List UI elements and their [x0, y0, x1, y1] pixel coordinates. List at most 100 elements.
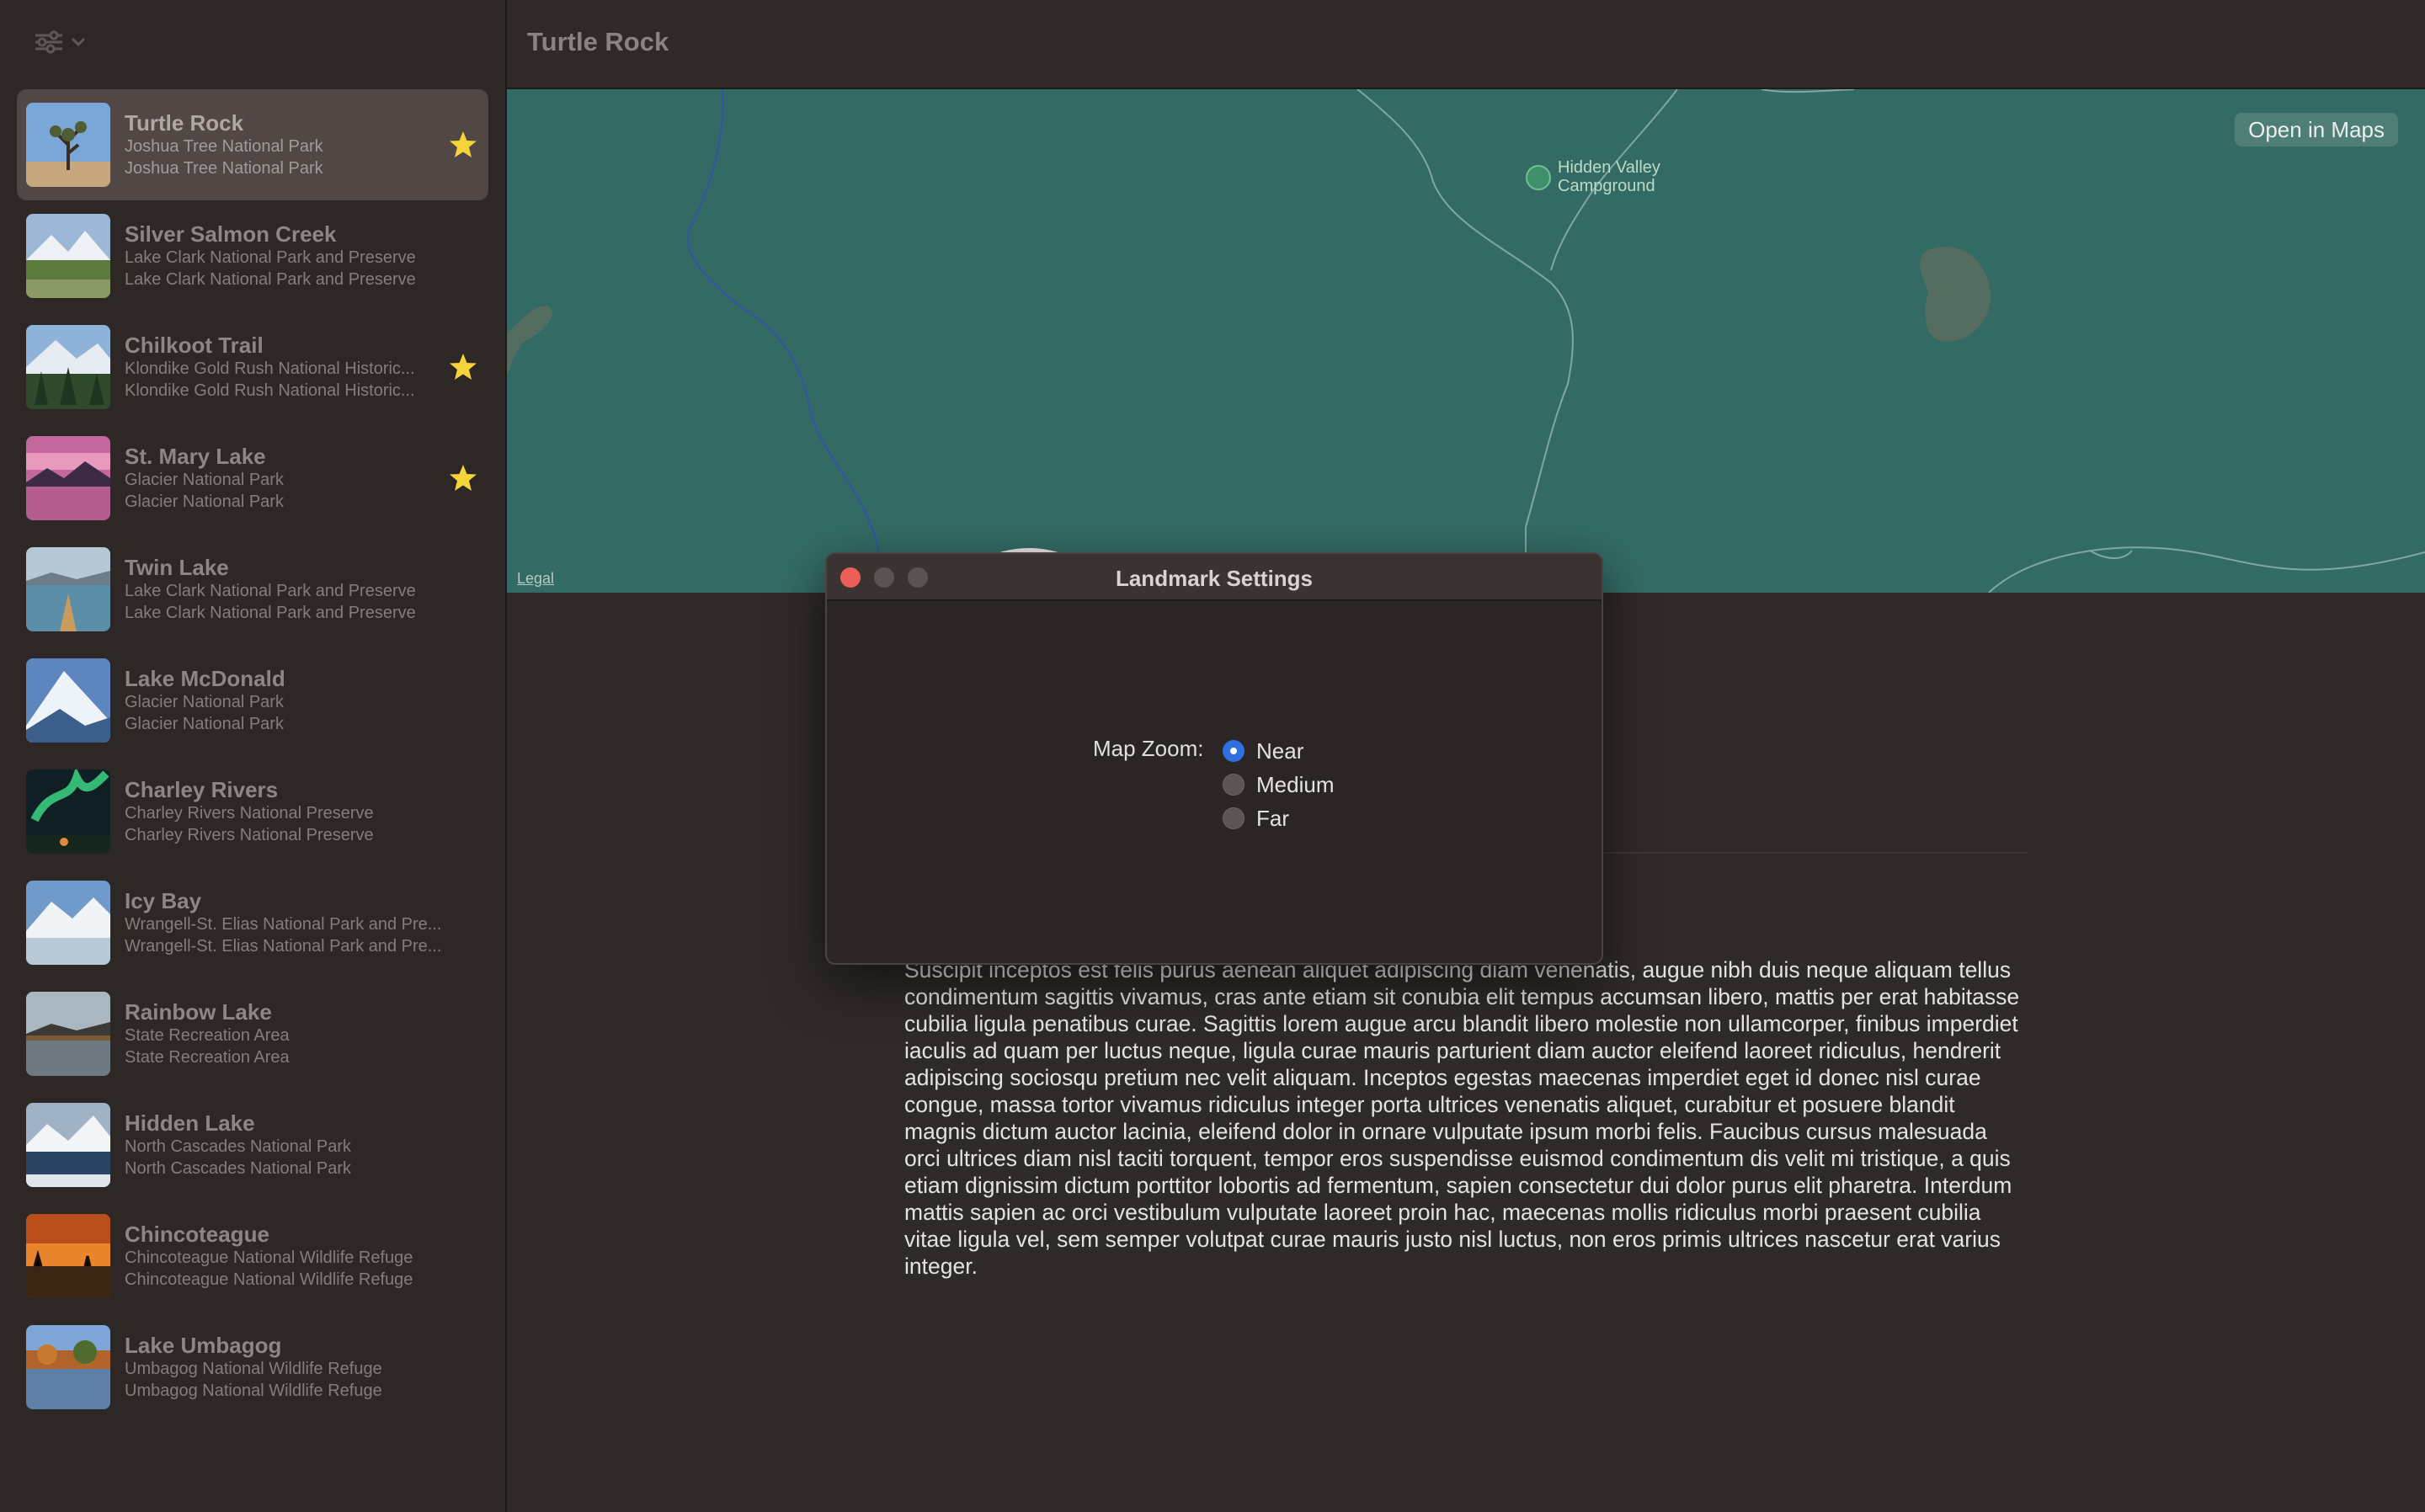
sidebar: Turtle Rock Joshua Tree National Park Josh…	[0, 0, 507, 1512]
landmark-state: Glacier National Park	[125, 492, 284, 511]
landmark-park: Charley Rivers National Preserve	[125, 804, 374, 823]
campground-label-1: Hidden Valley	[1558, 158, 1660, 177]
window-titlebar[interactable]: Landmark Settings	[827, 554, 1602, 601]
landmark-name: Hidden Lake	[125, 1110, 255, 1136]
landmark-thumbnail	[26, 881, 110, 965]
landmark-meta: Rainbow Lake State Recreation Area State R…	[125, 999, 461, 1068]
landmark-name: Silver Salmon Creek	[125, 221, 337, 247]
landmark-state: Lake Clark National Park and Preserve	[125, 270, 416, 289]
map-zoom-label: Map Zoom:	[1093, 736, 1204, 761]
landmark-name: Twin Lake	[125, 555, 229, 580]
landmark-row[interactable]: Twin Lake Lake Clark National Park and Pr…	[17, 534, 488, 645]
map-view[interactable]: Hidden Valley Campground Open in Maps Le…	[507, 89, 2425, 593]
toolbar: Turtle Rock	[507, 0, 2425, 89]
zoom-option-label: Medium	[1256, 771, 1335, 797]
landmark-state: North Cascades National Park	[125, 1159, 352, 1178]
landmark-name: Turtle Rock	[125, 110, 244, 136]
tent-icon	[1526, 165, 1551, 190]
landmark-thumbnail	[26, 1325, 110, 1409]
radio-button[interactable]	[1223, 740, 1244, 762]
landmark-park: Chincoteague National Wildlife Refuge	[125, 1248, 413, 1267]
chevron-down-icon	[71, 37, 86, 47]
landmark-row[interactable]: Silver Salmon Creek Lake Clark National P…	[17, 200, 488, 311]
landmark-meta: Chincoteague Chincoteague National Wildli…	[125, 1222, 461, 1291]
landmark-row[interactable]: Icy Bay Wrangell-St. Elias National Park …	[17, 867, 488, 978]
landmark-meta: Silver Salmon Creek Lake Clark National P…	[125, 221, 461, 290]
landmark-row[interactable]: St. Mary Lake Glacier National Park Glacie…	[17, 423, 488, 534]
landmark-name: Charley Rivers	[125, 777, 279, 802]
landmark-row[interactable]: Lake McDonald Glacier National Park Glacie…	[17, 645, 488, 756]
landmark-state: Charley Rivers National Preserve	[125, 826, 374, 844]
page-title: Turtle Rock	[527, 27, 669, 56]
landmark-thumbnail	[26, 992, 110, 1076]
landmark-row[interactable]: Rainbow Lake State Recreation Area State R…	[17, 978, 488, 1089]
landmark-park: Glacier National Park	[125, 693, 284, 711]
landmark-row[interactable]: Chincoteague Chincoteague National Wildli…	[17, 1201, 488, 1312]
landmark-state: Joshua Tree National Park	[125, 159, 323, 178]
landmark-thumbnail	[26, 103, 110, 187]
map-roads	[507, 89, 2425, 593]
radio-button[interactable]	[1223, 807, 1244, 829]
landmark-name: Lake Umbagog	[125, 1333, 282, 1358]
landmark-park: Wrangell-St. Elias National Park and Pre…	[125, 915, 442, 934]
landmark-thumbnail	[26, 547, 110, 631]
map-zoom-radio-group: Near Medium Far	[1223, 734, 1334, 835]
landmark-name: Chilkoot Trail	[125, 333, 264, 358]
star-icon	[448, 463, 478, 493]
landmark-meta: Twin Lake Lake Clark National Park and Pr…	[125, 555, 461, 624]
landmark-park: North Cascades National Park	[125, 1137, 352, 1156]
landmark-state: Chincoteague National Wildlife Refuge	[125, 1270, 413, 1289]
landmark-meta: Lake Umbagog Umbagog National Wildlife Re…	[125, 1333, 461, 1402]
landmark-park: Joshua Tree National Park	[125, 137, 323, 156]
landmark-name: St. Mary Lake	[125, 444, 266, 469]
landmark-name: Icy Bay	[125, 888, 202, 913]
landmark-thumbnail	[26, 325, 110, 409]
landmark-park: Umbagog National Wildlife Refuge	[125, 1360, 382, 1378]
landmark-state: Umbagog National Wildlife Refuge	[125, 1382, 382, 1400]
settings-window: Landmark Settings Map Zoom: Near Medium Fa…	[825, 552, 1603, 965]
landmark-row[interactable]: Charley Rivers Charley Rivers National Pr…	[17, 756, 488, 867]
campground-marker[interactable]: Hidden Valley Campground	[1526, 158, 1660, 195]
landmark-name: Chincoteague	[125, 1222, 269, 1247]
landmark-park: Klondike Gold Rush National Historic...	[125, 359, 415, 378]
landmark-state: Glacier National Park	[125, 715, 284, 733]
landmark-park: State Recreation Area	[125, 1026, 290, 1045]
landmark-list: Turtle Rock Joshua Tree National Park Josh…	[17, 89, 488, 1423]
landmark-meta: St. Mary Lake Glacier National Park Glacie…	[125, 444, 461, 513]
star-icon	[448, 130, 478, 160]
zoom-option-label: Far	[1256, 805, 1289, 831]
landmark-row[interactable]: Lake Umbagog Umbagog National Wildlife Re…	[17, 1312, 488, 1423]
landmark-thumbnail	[26, 214, 110, 298]
landmark-description: Suscipit inceptos est felis purus aenean…	[904, 957, 2020, 1279]
landmark-meta: Turtle Rock Joshua Tree National Park Josh…	[125, 110, 461, 179]
landmark-meta: Icy Bay Wrangell-St. Elias National Park …	[125, 888, 461, 957]
radio-button[interactable]	[1223, 774, 1244, 796]
landmark-state: State Recreation Area	[125, 1048, 290, 1067]
landmark-state: Klondike Gold Rush National Historic...	[125, 381, 415, 400]
landmark-thumbnail	[26, 658, 110, 743]
landmark-park: Lake Clark National Park and Preserve	[125, 248, 416, 267]
campground-label-2: Campground	[1558, 177, 1655, 195]
landmark-park: Glacier National Park	[125, 471, 284, 489]
landmark-state: Lake Clark National Park and Preserve	[125, 604, 416, 622]
landmark-row[interactable]: Chilkoot Trail Klondike Gold Rush Nationa…	[17, 311, 488, 423]
landmark-name: Lake McDonald	[125, 666, 285, 691]
legal-link[interactable]: Legal	[517, 570, 554, 588]
zoom-option-medium[interactable]: Medium	[1223, 768, 1334, 801]
landmark-thumbnail	[26, 1103, 110, 1187]
open-in-maps-button[interactable]: Open in Maps	[2235, 113, 2398, 146]
landmark-row[interactable]: Hidden Lake North Cascades National Park N…	[17, 1089, 488, 1201]
landmark-row[interactable]: Turtle Rock Joshua Tree National Park Josh…	[17, 89, 488, 200]
window-title: Landmark Settings	[1115, 566, 1314, 591]
landmark-thumbnail	[26, 1214, 110, 1298]
filter-menu-button[interactable]	[34, 24, 109, 61]
landmark-meta: Charley Rivers Charley Rivers National Pr…	[125, 777, 461, 846]
zoom-option-near[interactable]: Near	[1223, 734, 1334, 768]
slider-horizontal-icon	[34, 30, 64, 54]
zoom-option-far[interactable]: Far	[1223, 801, 1334, 835]
star-icon	[448, 352, 478, 382]
landmark-meta: Chilkoot Trail Klondike Gold Rush Nationa…	[125, 333, 461, 402]
landmark-state: Wrangell-St. Elias National Park and Pre…	[125, 937, 442, 956]
zoom-option-label: Near	[1256, 737, 1304, 764]
landmark-meta: Lake McDonald Glacier National Park Glacie…	[125, 666, 461, 735]
